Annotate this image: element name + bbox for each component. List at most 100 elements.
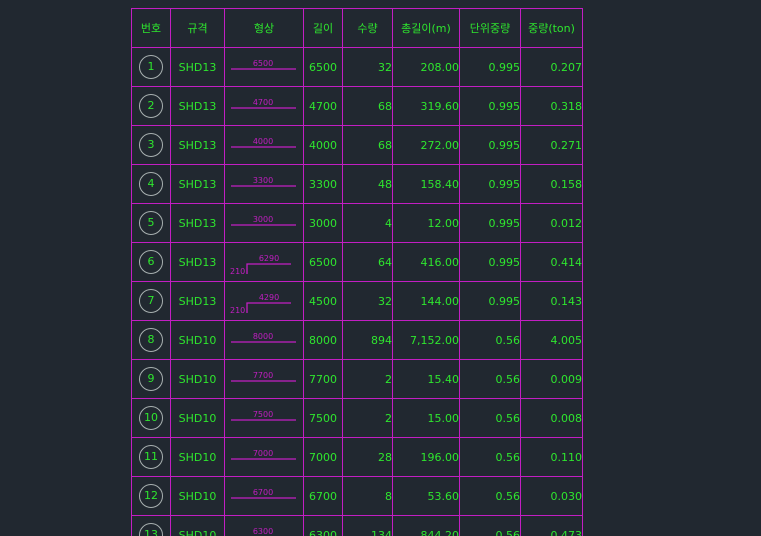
- cell-length: 6500: [303, 242, 343, 282]
- cell-no: 10: [131, 398, 171, 438]
- cell-unit-weight: 0.56: [459, 476, 521, 516]
- rebar-shape-drawing: 6700: [231, 488, 296, 499]
- cell-total-length: 416.00: [392, 242, 460, 282]
- rebar-hook-label: 210: [230, 306, 245, 315]
- cell-shape: 6700: [224, 476, 304, 516]
- cell-qty: 2: [342, 359, 393, 399]
- cell-no: 11: [131, 437, 171, 477]
- rebar-length-label: 4700: [253, 98, 273, 107]
- cell-spec: SHD13: [170, 203, 225, 243]
- rebar-schedule-table: 번호 규격 형상 길이 수량 총길이(m) 단위중량 중량(ton) 1 SHD1…: [131, 8, 583, 536]
- rebar-length-label: 6500: [253, 59, 273, 68]
- cell-unit-weight: 0.56: [459, 515, 521, 536]
- rebar-length-label: 6290: [259, 254, 279, 263]
- header-weight: 중량(ton): [520, 8, 583, 48]
- rebar-shape-drawing: 6500: [231, 59, 296, 70]
- table-row: 8 SHD10 8000 8000 894 7,152.00 0.56 4.005: [131, 320, 583, 360]
- rebar-length-label: 8000: [253, 332, 273, 341]
- cell-spec: SHD13: [170, 86, 225, 126]
- header-unit-weight: 단위중량: [459, 8, 521, 48]
- rebar-length-label: 6300: [253, 527, 273, 536]
- table-row: 12 SHD10 6700 6700 8 53.60 0.56 0.030: [131, 476, 583, 516]
- table-row: 13 SHD10 6300 6300 134 844.20 0.56 0.473: [131, 515, 583, 536]
- cell-spec: SHD13: [170, 47, 225, 87]
- rebar-shape-drawing: 3300: [231, 176, 296, 187]
- rebar-length-label: 4290: [259, 293, 279, 302]
- cell-spec: SHD10: [170, 437, 225, 477]
- cell-unit-weight: 0.995: [459, 47, 521, 87]
- cell-spec: SHD13: [170, 281, 225, 321]
- cell-no: 7: [131, 281, 171, 321]
- bar-mark-circle: 3: [139, 133, 163, 157]
- table-row: 3 SHD13 4000 4000 68 272.00 0.995 0.271: [131, 125, 583, 165]
- cell-total-length: 319.60: [392, 86, 460, 126]
- cell-shape: 7500: [224, 398, 304, 438]
- cell-qty: 48: [342, 164, 393, 204]
- cell-total-length: 208.00: [392, 47, 460, 87]
- cell-no: 1: [131, 47, 171, 87]
- header-length: 길이: [303, 8, 343, 48]
- cell-unit-weight: 0.995: [459, 86, 521, 126]
- cell-weight: 0.318: [520, 86, 583, 126]
- bar-mark-circle: 10: [139, 406, 163, 430]
- bar-mark-circle: 9: [139, 367, 163, 391]
- header-qty: 수량: [342, 8, 393, 48]
- table-row: 5 SHD13 3000 3000 4 12.00 0.995 0.012: [131, 203, 583, 243]
- rebar-length-label: 4000: [253, 137, 273, 146]
- cell-weight: 0.143: [520, 281, 583, 321]
- bar-mark-circle: 12: [139, 484, 163, 508]
- cell-spec: SHD10: [170, 476, 225, 516]
- cell-length: 6300: [303, 515, 343, 536]
- cell-unit-weight: 0.56: [459, 398, 521, 438]
- cell-shape: 3300: [224, 164, 304, 204]
- rebar-hook-label: 210: [230, 267, 245, 276]
- cell-weight: 0.008: [520, 398, 583, 438]
- cell-shape: 7000: [224, 437, 304, 477]
- cell-total-length: 15.40: [392, 359, 460, 399]
- cell-length: 7500: [303, 398, 343, 438]
- rebar-shape-drawing: 6300: [253, 527, 273, 536]
- table-row: 1 SHD13 6500 6500 32 208.00 0.995 0.207: [131, 47, 583, 87]
- cell-total-length: 7,152.00: [392, 320, 460, 360]
- cell-weight: 4.005: [520, 320, 583, 360]
- bar-mark-circle: 2: [139, 94, 163, 118]
- rebar-shape-drawing: 8000: [231, 332, 296, 343]
- bar-mark-circle: 13: [139, 523, 163, 536]
- cell-weight: 0.271: [520, 125, 583, 165]
- cell-unit-weight: 0.995: [459, 164, 521, 204]
- rebar-shape-drawing: 7000: [231, 449, 296, 460]
- cell-length: 3000: [303, 203, 343, 243]
- cell-total-length: 53.60: [392, 476, 460, 516]
- cell-length: 7000: [303, 437, 343, 477]
- cell-no: 3: [131, 125, 171, 165]
- cell-qty: 134: [342, 515, 393, 536]
- cell-shape: 8000: [224, 320, 304, 360]
- table-row: 7 SHD13 4290 210 4500 32 144.00 0.995 0.143: [131, 281, 583, 321]
- header-no: 번호: [131, 8, 171, 48]
- rebar-length-label: 7500: [253, 410, 273, 419]
- rebar-hook-line: [246, 263, 291, 274]
- cell-qty: 64: [342, 242, 393, 282]
- bar-mark-circle: 5: [139, 211, 163, 235]
- rebar-length-label: 6700: [253, 488, 273, 497]
- cell-no: 2: [131, 86, 171, 126]
- cell-weight: 0.110: [520, 437, 583, 477]
- cell-no: 8: [131, 320, 171, 360]
- cad-drawing-canvas[interactable]: 번호 규격 형상 길이 수량 총길이(m) 단위중량 중량(ton) 1 SHD1…: [0, 0, 761, 536]
- rebar-shape-drawing: 4290 210: [230, 293, 291, 315]
- cell-weight: 0.158: [520, 164, 583, 204]
- cell-qty: 894: [342, 320, 393, 360]
- cell-shape: 3000: [224, 203, 304, 243]
- cell-spec: SHD10: [170, 320, 225, 360]
- cell-shape: 4000: [224, 125, 304, 165]
- bar-mark-circle: 4: [139, 172, 163, 196]
- table-row: 2 SHD13 4700 4700 68 319.60 0.995 0.318: [131, 86, 583, 126]
- cell-weight: 0.012: [520, 203, 583, 243]
- cell-total-length: 844.20: [392, 515, 460, 536]
- cell-no: 5: [131, 203, 171, 243]
- bar-mark-circle: 8: [139, 328, 163, 352]
- rebar-shape-drawing: 7500: [231, 410, 296, 421]
- cell-no: 13: [131, 515, 171, 536]
- cell-length: 7700: [303, 359, 343, 399]
- cell-shape: 6500: [224, 47, 304, 87]
